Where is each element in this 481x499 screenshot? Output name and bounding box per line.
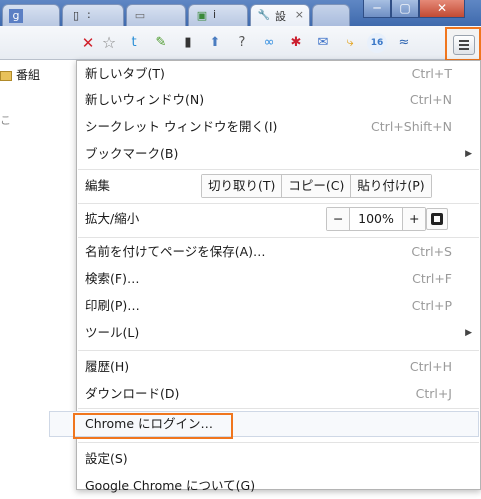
menu-item-shortcut: Ctrl+S [411, 244, 452, 259]
link-extension-icon[interactable]: ∞ [259, 33, 279, 53]
menu-item-bookmarks[interactable]: ブックマーク(B) ▶ [77, 141, 480, 167]
feedback-extension-icon[interactable]: ✉ [313, 33, 333, 53]
wrench-icon: 🔧 [257, 10, 271, 21]
new-tab-button[interactable] [312, 4, 350, 26]
menu-item-label: Google Chrome について(G) [85, 478, 256, 493]
twitter-extension-icon[interactable]: t [124, 33, 144, 53]
menu-separator [78, 169, 479, 170]
menu-item-shortcut: Ctrl+F [412, 271, 452, 286]
bookmark-folder[interactable]: 番組 [0, 66, 40, 83]
upload-extension-icon[interactable]: ⬆ [205, 33, 225, 53]
menu-item-label: ツール(L) [85, 325, 140, 340]
menu-item-label: シークレット ウィンドウを開く(I) [85, 119, 278, 134]
menu-item-downloads[interactable]: ダウンロード(D) Ctrl+J [77, 381, 480, 407]
menu-item-save-page[interactable]: 名前を付けてページを保存(A)… Ctrl+S [77, 239, 480, 265]
submenu-arrow-icon: ▶ [465, 149, 472, 159]
menu-separator [78, 408, 479, 409]
menu-separator [78, 237, 479, 238]
menu-item-find[interactable]: 検索(F)… Ctrl+F [77, 266, 480, 292]
menu-separator [78, 350, 479, 351]
menu-item-label: 設定(S) [85, 451, 128, 466]
tab-1[interactable]: g [2, 4, 60, 26]
menu-item-shortcut: Ctrl+N [409, 92, 452, 107]
phone-icon: ▯ [72, 9, 80, 22]
tab-strip: g ▯ : ▭ ▣ i 🔧 設 × ─ ▢ ✕ [0, 0, 481, 26]
tab-title: 設 [275, 10, 286, 23]
signin-highlight-box [73, 413, 233, 439]
menu-icon [453, 35, 475, 55]
submenu-arrow-icon: ▶ [465, 328, 472, 338]
close-tab-icon[interactable]: × [295, 8, 304, 21]
menu-item-label: 履歴(H) [85, 359, 130, 374]
menu-item-tools[interactable]: ツール(L) ▶ [77, 320, 480, 346]
tab-3[interactable]: ▭ [126, 4, 186, 26]
image-icon: ▣ [196, 9, 208, 22]
menu-separator [78, 442, 479, 443]
menu-item-label: ダウンロード(D) [85, 386, 180, 401]
evernote-extension-icon[interactable]: ✎ [151, 33, 171, 53]
star-extension-icon[interactable]: ✱ [286, 33, 306, 53]
menu-item-label: 編集 [85, 178, 111, 193]
menu-item-new-window[interactable]: 新しいウィンドウ(N) Ctrl+N [77, 87, 480, 113]
menu-item-label: ブックマーク(B) [85, 146, 179, 161]
zoom-out-button[interactable]: − [327, 208, 350, 230]
help-extension-icon[interactable]: ? [232, 33, 252, 53]
menu-item-label: 検索(F)… [85, 271, 140, 286]
menu-item-shortcut: Ctrl+T [411, 66, 452, 81]
menu-item-shortcut: Ctrl+H [409, 359, 452, 374]
menu-separator [78, 203, 479, 204]
folder-icon [0, 70, 12, 81]
chrome-menu: 新しいタブ(T) Ctrl+T 新しいウィンドウ(N) Ctrl+N シークレッ… [49, 60, 481, 493]
menu-item-shortcut: Ctrl+J [415, 386, 452, 401]
edit-button-group: 切り取り(T) コピー(C) 貼り付け(P) [201, 174, 432, 198]
chart-extension-icon[interactable]: ≈ [394, 33, 414, 53]
menu-item-label: 新しいタブ(T) [85, 66, 165, 81]
page-text: こ [0, 114, 11, 127]
g-icon: g [9, 9, 23, 23]
menu-item-shortcut: Ctrl+Shift+N [371, 119, 452, 134]
cut-button[interactable]: 切り取り(T) [202, 175, 283, 197]
maximize-button[interactable]: ▢ [391, 0, 419, 18]
menu-item-new-tab[interactable]: 新しいタブ(T) Ctrl+T [77, 61, 480, 87]
tab-title: i [213, 8, 217, 21]
menu-item-incognito[interactable]: シークレット ウィンドウを開く(I) Ctrl+Shift+N [77, 114, 480, 140]
minimize-button[interactable]: ─ [363, 0, 391, 18]
page-icon: ▭ [134, 9, 146, 22]
toolbar: ✕ ☆ t ✎ ▮ ⬆? ∞ ✱ ✉ ⤷ 16 ≈ [0, 26, 481, 60]
menu-item-label: 新しいウィンドウ(N) [85, 92, 205, 107]
menu-item-label: 名前を付けてページを保存(A)… [85, 244, 266, 259]
badge-extension-icon[interactable]: 16 [367, 33, 387, 53]
menu-item-label: 拡大/縮小 [85, 211, 140, 226]
bookmark-star-icon[interactable]: ☆ [99, 33, 119, 53]
device-extension-icon[interactable]: ⤷ [340, 33, 360, 53]
menu-button[interactable] [445, 27, 481, 61]
menu-item-label: 印刷(P)… [85, 298, 140, 313]
tab-title: : [87, 8, 91, 21]
menu-item-shortcut: Ctrl+P [411, 298, 452, 313]
stop-icon[interactable]: ✕ [78, 33, 98, 53]
tab-2[interactable]: ▯ : [62, 4, 124, 26]
paste-button[interactable]: 貼り付け(P) [351, 175, 431, 197]
close-window-button[interactable]: ✕ [419, 0, 465, 18]
fullscreen-button[interactable] [426, 208, 448, 230]
menu-item-about[interactable]: Google Chrome について(G) [77, 473, 480, 499]
tab-4[interactable]: ▣ i [188, 4, 248, 26]
menu-item-print[interactable]: 印刷(P)… Ctrl+P [77, 293, 480, 319]
copy-button[interactable]: コピー(C) [282, 175, 352, 197]
zoom-button-group: − 100% + [326, 207, 426, 231]
bookmark-folder-label: 番組 [16, 68, 41, 82]
fullscreen-icon [431, 213, 443, 225]
menu-item-settings[interactable]: 設定(S) [77, 446, 480, 472]
mobile-extension-icon[interactable]: ▮ [178, 33, 198, 53]
menu-item-history[interactable]: 履歴(H) Ctrl+H [77, 354, 480, 380]
tab-settings[interactable]: 🔧 設 × [250, 4, 310, 26]
zoom-in-button[interactable]: + [403, 208, 425, 230]
zoom-level: 100% [350, 208, 403, 230]
